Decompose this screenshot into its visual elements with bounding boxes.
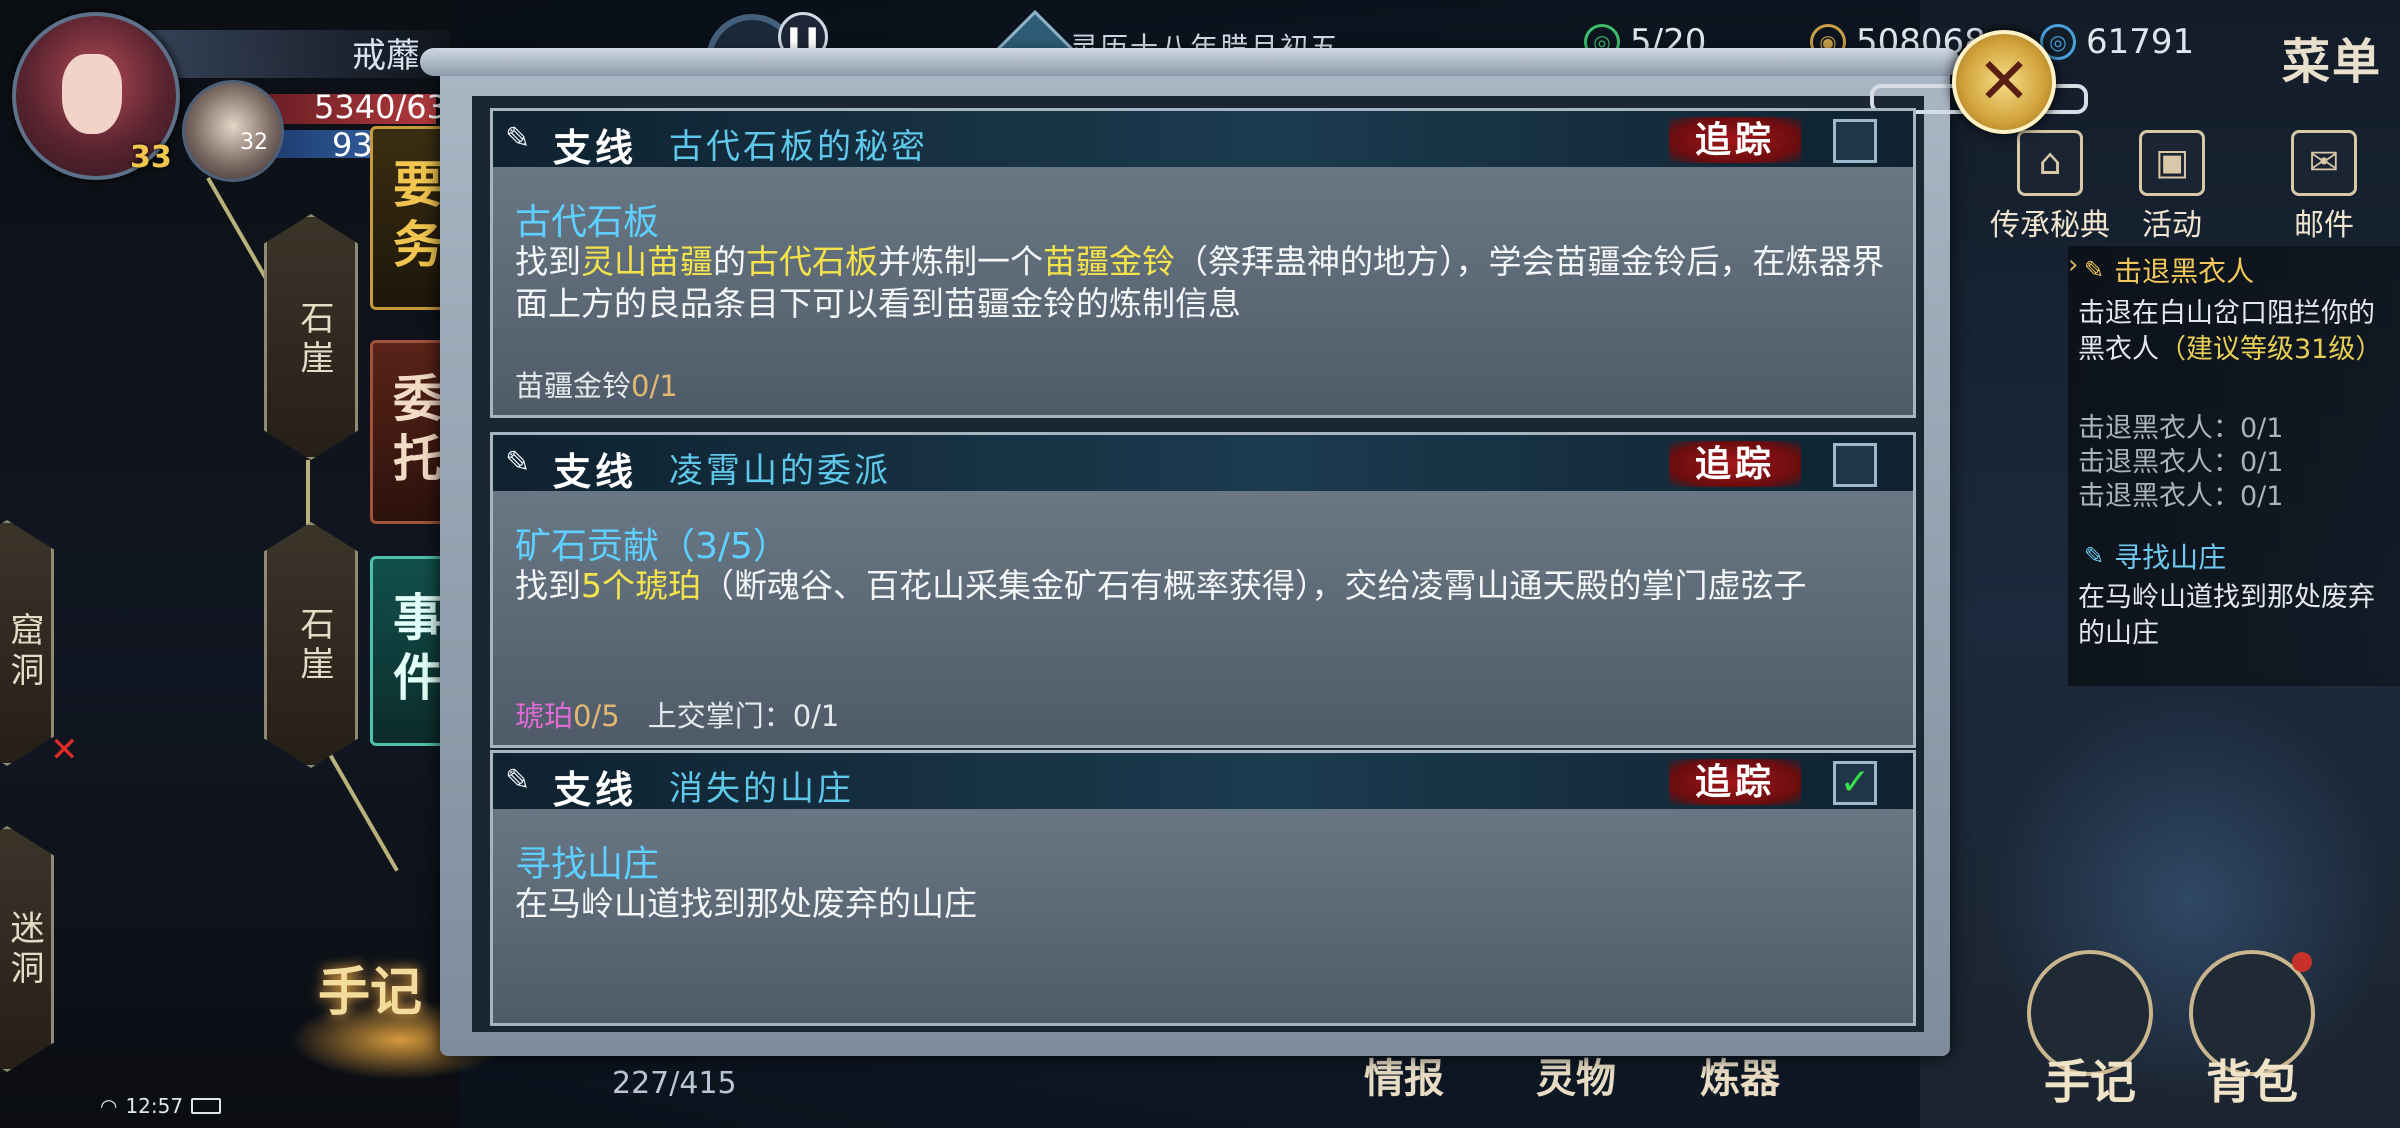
track-checkbox[interactable] (1833, 119, 1877, 163)
quest-type: 支线 (553, 449, 638, 494)
map-node-label: 迷洞 (4, 910, 44, 990)
quest-card[interactable]: ✎ 支线 古代石板的秘密 追踪 古代石板 找到灵山苗疆的古代石板并炼制一个苗疆金… (490, 108, 1916, 418)
desc-highlight: 5个琥珀 (581, 566, 701, 605)
player-level: 33 (130, 140, 172, 175)
desc-text: 并炼制一个 (878, 242, 1043, 281)
quest-type: 支线 (553, 125, 638, 170)
quest-name: 凌霄山的委派 (669, 451, 891, 491)
progress-secondary: 上交掌门：0/1 (647, 699, 840, 733)
events-label: 活动 (2142, 208, 2202, 243)
quest-type: 支线 (553, 767, 638, 812)
battery-icon (191, 1098, 222, 1114)
quest-description: 找到灵山苗疆的古代石板并炼制一个苗疆金铃（祭拜蛊神的地方），学会苗疆金铃后，在炼… (515, 241, 1895, 325)
desc-text: （断魂谷、百花山采集金矿石有概率获得），交给凌霄山通天殿的掌门虚弦子 (701, 566, 1807, 605)
companion-level: 32 (240, 130, 268, 155)
clock: 12:57 (125, 1094, 184, 1118)
nav-bag-button[interactable]: 背包 (2162, 923, 2342, 1110)
brush-icon: ✎ (505, 445, 531, 480)
quest-objective-title: 矿石贡献（3/5） (515, 526, 789, 567)
brush-icon: ✎ (2084, 542, 2105, 570)
track-checkbox-checked[interactable]: ✓ (1833, 761, 1877, 805)
progress-label: 琥珀 (515, 699, 574, 733)
quest-progress: 琥珀0/5 上交掌门：0/1 (515, 693, 839, 735)
desc-text: 找到 (515, 566, 581, 605)
desc-text: 的 (713, 242, 746, 281)
notification-dot (2292, 952, 2312, 972)
jade-value: 61791 (2086, 22, 2195, 62)
mail-label: 邮件 (2294, 208, 2354, 243)
quest-card[interactable]: ✎ 支线 消失的山庄 追踪 ✓ 寻找山庄 在马岭山道找到那处废弃的山庄 (490, 750, 1916, 1026)
track-button[interactable]: 追踪 (1669, 759, 1801, 805)
nav-journal-label: 手记 (2044, 1055, 2136, 1109)
track-button[interactable]: 追踪 (1669, 117, 1801, 163)
brush-icon: ✎ (505, 121, 531, 156)
tracker-quest-title[interactable]: ✎ 寻找山庄 (2084, 536, 2226, 576)
nav-journal-button[interactable]: 手记 (2000, 923, 2180, 1110)
progress-label: 苗疆金铃 (515, 369, 632, 403)
wifi-icon: ◠ (100, 1094, 118, 1118)
gift-icon: ▣ (2139, 130, 2205, 196)
quest-description: 在马岭山道找到那处废弃的山庄 (515, 884, 977, 923)
player-name: 戒蘼 (352, 36, 420, 76)
quest-card[interactable]: ✎ 支线 凌霄山的委派 追踪 矿石贡献（3/5） 找到5个琥珀（断魂谷、百花山采… (490, 432, 1916, 748)
quest-header: ✎ 支线 古代石板的秘密 追踪 (493, 111, 1913, 170)
companion-avatar[interactable] (182, 80, 284, 182)
avatar-face (62, 54, 122, 134)
quest-description: 找到5个琥珀（断魂谷、百花山采集金矿石有概率获得），交给凌霄山通天殿的掌门虚弦子 (515, 565, 1895, 607)
desc-highlight: 古代石板 (746, 242, 878, 281)
brush-icon: ✎ (505, 763, 531, 798)
quest-name: 消失的山庄 (669, 769, 854, 809)
tracker-quest-desc: 击退在白山岔口阻拦你的黑衣人（建议等级31级） (2078, 296, 2396, 368)
jade-display: ◎ 61791 (2040, 22, 2194, 62)
map-node-label: 石崖 (294, 606, 334, 686)
tracker-title-text: 击退黑衣人 (2114, 255, 2255, 288)
desc-highlight: 灵山苗疆 (581, 242, 713, 281)
exp-value: 227/415 (612, 1066, 737, 1101)
tracker-title-text: 寻找山庄 (2114, 541, 2227, 574)
events-button[interactable]: ▣ 活动 (2112, 130, 2232, 244)
quest-progress: 苗疆金铃0/1 (515, 363, 678, 405)
quest-objective-title: 古代石板 (515, 202, 660, 243)
device-status: ◠ 12:57 (100, 1094, 222, 1118)
close-button[interactable]: ✕ (1952, 30, 2056, 134)
map-node-label: 石崖 (294, 300, 334, 380)
hp-value: 5340/63 (314, 88, 447, 126)
progress-value: 0/1 (631, 369, 678, 403)
tracker-level-hint: （建议等级31级） (2159, 334, 2383, 365)
enemy-marker-icon: ✕ (50, 730, 79, 770)
map-node-label: 窟洞 (4, 612, 44, 692)
panel-scroll-rod (420, 48, 1960, 76)
track-checkbox[interactable] (1833, 443, 1877, 487)
quest-header: ✎ 支线 凌霄山的委派 追踪 (493, 435, 1913, 494)
close-icon: ✕ (1977, 45, 2031, 119)
progress-value: 0/5 (573, 699, 620, 733)
brush-icon: ✎ (2084, 256, 2105, 284)
tracker-quest-desc: 在马岭山道找到那处废弃的山庄 (2078, 582, 2375, 649)
desc-text: 找到 (515, 242, 581, 281)
nav-bag-label: 背包 (2206, 1055, 2298, 1109)
menu-button[interactable]: 菜单 (2282, 22, 2382, 92)
codex-icon: ⌂ (2017, 130, 2083, 196)
track-button[interactable]: 追踪 (1669, 441, 1801, 487)
tracker-quest-title[interactable]: ✎ 击退黑衣人 (2084, 250, 2254, 290)
mp-value: 93 (332, 126, 373, 164)
tracker-objective: 击退黑衣人：0/1 (2078, 481, 2284, 512)
mail-button[interactable]: ✉ 邮件 (2264, 130, 2384, 244)
codex-label: 传承秘典 (1990, 208, 2110, 243)
quest-header: ✎ 支线 消失的山庄 追踪 ✓ (493, 753, 1913, 812)
codex-button[interactable]: ⌂ 传承秘典 (1990, 130, 2110, 244)
quest-objective-title: 寻找山庄 (515, 844, 660, 885)
quest-name: 古代石板的秘密 (669, 127, 928, 167)
mail-icon: ✉ (2291, 130, 2357, 196)
desc-highlight: 苗疆金铃 (1043, 242, 1175, 281)
